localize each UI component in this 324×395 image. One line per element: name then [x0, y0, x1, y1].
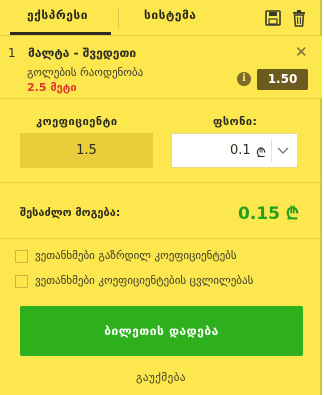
currency-symbol: ₾	[256, 146, 267, 161]
active-tab-indicator	[10, 32, 111, 35]
close-icon[interactable]: ✕	[295, 43, 308, 61]
chevron-down-icon[interactable]	[271, 139, 293, 162]
betslip-panel: ექსპრესი სისტემა 1 მალტა - შვედეთი ✕ გოლ…	[0, 0, 322, 395]
divider	[0, 238, 322, 239]
bet-item: 1 მალტა - შვედეთი ✕ გოლების რაოდენობა 2.…	[0, 36, 322, 99]
coefficient-label: კოეფიციენტი	[36, 115, 118, 128]
tab-system[interactable]: სისტემა	[144, 8, 196, 28]
tab-divider	[118, 7, 119, 29]
cancel-link[interactable]: გაუქმება	[0, 371, 322, 384]
trash-icon[interactable]	[291, 9, 307, 27]
option-label: ვეთანხმები კოეფიციენტების ცვლილებას	[35, 274, 254, 287]
possible-win-value: 0.15 ₾	[238, 204, 299, 224]
odds-badge: 1.50	[257, 69, 308, 90]
betslip-tabs: ექსპრესი სისტემა	[0, 0, 322, 36]
bet-number: 1	[8, 46, 16, 60]
bet-market: გოლების რაოდენობა	[27, 66, 144, 79]
divider	[0, 182, 322, 183]
possible-win-label: შესაძლო მოგება:	[20, 206, 121, 219]
checkbox[interactable]	[15, 275, 28, 288]
option-label: ვეთანხმები გაზრდილ კოეფიციენტებს	[35, 249, 237, 262]
coefficient-value: 1.5	[20, 133, 153, 168]
tab-express[interactable]: ექსპრესი	[27, 8, 88, 28]
bet-match-name: მალტა - შვედეთი	[28, 46, 137, 60]
save-icon[interactable]	[265, 9, 281, 27]
stake-amount[interactable]: 0.1	[230, 143, 251, 158]
info-icon[interactable]: i	[237, 72, 251, 86]
bet-pick: 2.5 მეტი	[27, 81, 77, 94]
place-bet-button[interactable]: ბილეთის დადება	[20, 306, 303, 356]
stake-input[interactable]: 0.1 ₾	[171, 133, 298, 168]
stake-label: ფსონი:	[213, 115, 258, 128]
checkbox[interactable]	[15, 250, 28, 263]
